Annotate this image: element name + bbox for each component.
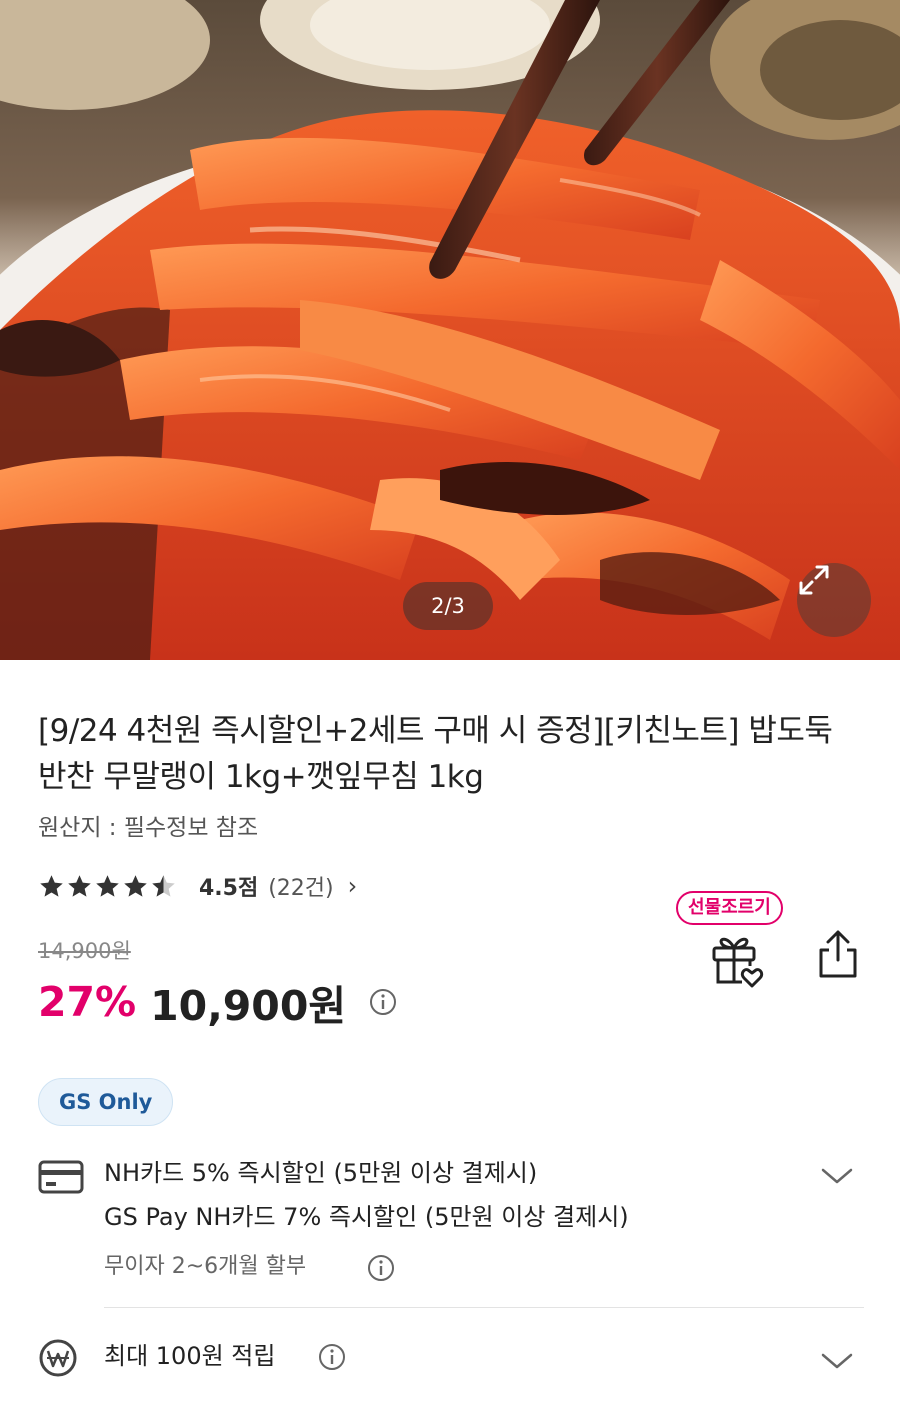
product-title: [9/24 4천원 즉시할인+2세트 구매 시 증정][키친노트] 밥도둑 반찬… bbox=[38, 713, 833, 795]
chevron-down-icon bbox=[821, 1168, 853, 1184]
info-icon bbox=[319, 1344, 345, 1370]
rating-score: 4.5점 bbox=[199, 876, 259, 901]
star-full-icon bbox=[68, 874, 91, 897]
star-full-icon bbox=[124, 874, 147, 897]
expand-image-button[interactable] bbox=[797, 563, 871, 637]
original-price: 14,900원 bbox=[38, 939, 131, 963]
card-icon bbox=[38, 1160, 84, 1198]
expand-card-benefits-button[interactable] bbox=[820, 1165, 854, 1191]
chevron-down-icon bbox=[821, 1353, 853, 1369]
share-button[interactable] bbox=[815, 928, 861, 984]
rating-summary[interactable]: 4.5점 (22건) › bbox=[38, 868, 357, 904]
price-row: 27% 10,900원 bbox=[38, 972, 398, 1032]
gift-request-tag[interactable]: 선물조르기 bbox=[676, 891, 783, 925]
review-count: (22건) bbox=[268, 876, 334, 901]
star-half-icon bbox=[152, 874, 175, 897]
discount-rate: 27% bbox=[38, 978, 137, 1026]
expand-points-button[interactable] bbox=[820, 1350, 854, 1376]
gs-only-badge: GS Only bbox=[38, 1078, 174, 1126]
star-full-icon bbox=[96, 874, 119, 897]
product-image-carousel[interactable]: 2/3 bbox=[0, 0, 900, 660]
sale-price: 10,900원 bbox=[150, 982, 347, 1030]
card-discount-nh: NH카드 5% 즉시할인 (5만원 이상 결제시) bbox=[104, 1159, 538, 1187]
info-icon[interactable] bbox=[368, 987, 398, 1017]
chevron-right-icon: › bbox=[347, 872, 358, 900]
image-counter: 2/3 bbox=[403, 582, 493, 630]
star-rating bbox=[38, 873, 177, 900]
installment-info-button[interactable] bbox=[366, 1253, 396, 1287]
origin-info: 원산지 : 필수정보 참조 bbox=[38, 815, 259, 841]
share-icon bbox=[819, 930, 857, 978]
points-icon bbox=[38, 1338, 78, 1382]
divider bbox=[104, 1307, 864, 1308]
points-reward: 최대 100원 적립 bbox=[104, 1342, 276, 1370]
gift-button[interactable] bbox=[710, 930, 764, 992]
info-icon bbox=[368, 1255, 394, 1281]
expand-icon bbox=[799, 565, 829, 595]
product-photo bbox=[0, 0, 900, 660]
gift-heart-icon bbox=[712, 937, 764, 988]
star-full-icon bbox=[40, 874, 63, 897]
card-discount-gspay: GS Pay NH카드 7% 즉시할인 (5만원 이상 결제시) bbox=[104, 1203, 629, 1231]
installment-info: 무이자 2~6개월 할부 bbox=[104, 1254, 307, 1279]
points-info-button[interactable] bbox=[317, 1342, 347, 1376]
